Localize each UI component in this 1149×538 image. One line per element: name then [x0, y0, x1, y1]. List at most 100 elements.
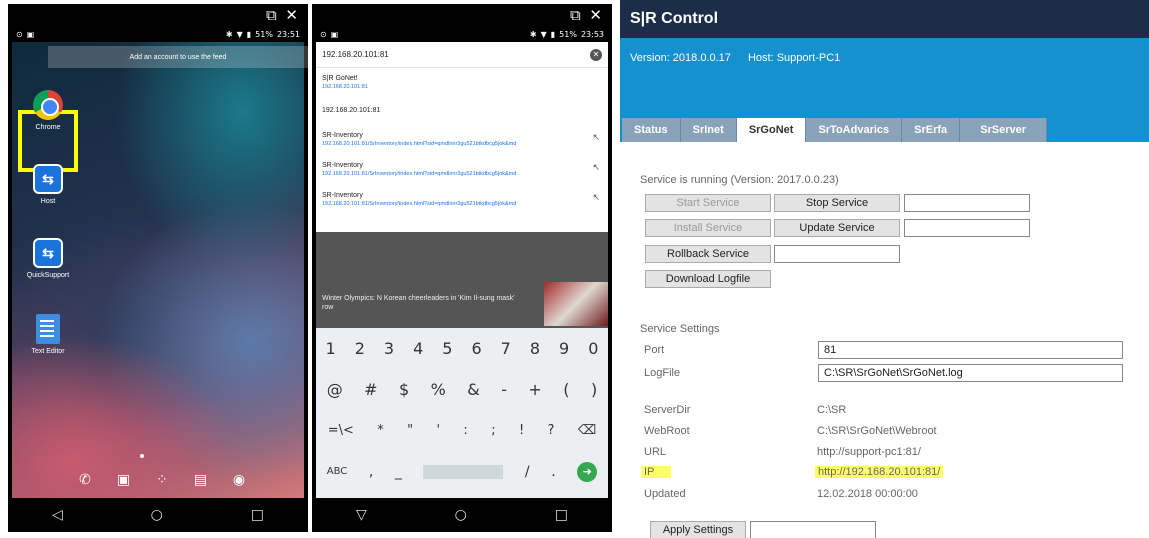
- rollback-service-button[interactable]: Rollback Service: [645, 245, 771, 263]
- suggestion-url: 192.168.20.101:81/SrInventory/index.html…: [322, 141, 517, 147]
- install-service-button[interactable]: Install Service: [645, 219, 771, 237]
- key[interactable]: 7: [501, 339, 511, 358]
- contacts-icon[interactable]: ▣: [111, 466, 137, 492]
- suggestion-item[interactable]: SR-Inventory 192.168.20.101:81/SrInvento…: [316, 185, 608, 215]
- suggestion-item[interactable]: SR-Inventory 192.168.20.101:81/SrInvento…: [316, 125, 608, 155]
- app-quicksupport[interactable]: ⇆ QuickSupport: [21, 238, 75, 279]
- apply-settings-button[interactable]: Apply Settings: [650, 521, 746, 538]
- key[interactable]: 1: [326, 339, 336, 358]
- start-service-button[interactable]: Start Service: [645, 194, 771, 212]
- insert-arrow-icon[interactable]: ↖: [592, 133, 600, 142]
- teamviewer-status-icon: ⊙: [320, 29, 327, 39]
- app-host[interactable]: ⇆ Host: [21, 164, 75, 205]
- key[interactable]: ⌫: [578, 423, 596, 438]
- update-service-field[interactable]: [904, 219, 1030, 237]
- window-controls[interactable]: ⧉ ✕: [570, 7, 604, 23]
- key[interactable]: 0: [588, 339, 598, 358]
- apply-settings-field[interactable]: [750, 521, 876, 538]
- tab-srinet[interactable]: SrInet: [680, 118, 737, 142]
- tab-srtoadvarics[interactable]: SrToAdvarics: [806, 118, 903, 142]
- tab-srserver[interactable]: SrServer: [960, 118, 1048, 142]
- key[interactable]: 4: [413, 339, 423, 358]
- phone-icon[interactable]: ✆: [72, 466, 98, 492]
- key[interactable]: =\<: [328, 423, 354, 438]
- key[interactable]: 6: [471, 339, 481, 358]
- tab-srgonet[interactable]: SrGoNet: [736, 118, 807, 142]
- android-phone-browser: ⧉ ✕ ⊙ ▣ ✱ ▼ ▮ 51% 23:53 192.168.20.101:81 ✕ S…: [312, 4, 612, 532]
- download-logfile-button[interactable]: Download Logfile: [645, 270, 771, 288]
- insert-arrow-icon[interactable]: ↖: [592, 193, 600, 202]
- key[interactable]: 9: [559, 339, 569, 358]
- key-space[interactable]: [423, 464, 504, 479]
- app-label: Chrome: [35, 124, 61, 131]
- key[interactable]: ): [591, 380, 597, 399]
- app-chrome[interactable]: Chrome: [21, 90, 75, 131]
- key[interactable]: 8: [530, 339, 540, 358]
- update-service-button[interactable]: Update Service: [774, 219, 900, 237]
- window-controls[interactable]: ⧉ ✕: [266, 7, 300, 23]
- nav-bar: ◁ ○ □: [8, 498, 308, 532]
- suggestion-item[interactable]: S|R GoNet! 192.168.20.101:81: [316, 68, 608, 98]
- dock: ✆ ▣ ⁘ ▤ ◉: [72, 466, 252, 492]
- recents-icon[interactable]: □: [251, 507, 264, 523]
- app-drawer-icon[interactable]: ⁘: [149, 466, 175, 492]
- browser-globe-icon[interactable]: ◉: [226, 466, 252, 492]
- address-input[interactable]: 192.168.20.101:81: [322, 50, 590, 59]
- url-value: http://support-pc1:81/: [817, 446, 921, 458]
- tab-srerfa[interactable]: SrErfa: [902, 118, 961, 142]
- battery-icon: ▮: [246, 29, 252, 39]
- rollback-service-field[interactable]: [774, 245, 900, 263]
- back-icon[interactable]: ◁: [52, 507, 63, 523]
- key[interactable]: +: [528, 380, 541, 399]
- key[interactable]: ;: [491, 423, 495, 438]
- on-screen-keyboard: 123456 7890 @ # $% & - + () =\< * " ':;!? ⌫ ABC , _…: [316, 328, 608, 498]
- key-underscore[interactable]: _: [395, 464, 402, 480]
- news-image: [544, 282, 608, 326]
- host-label: Host: Support-PC1: [747, 52, 841, 64]
- feed-banner[interactable]: Add an account to use the feed: [48, 46, 308, 68]
- stop-service-field[interactable]: [904, 194, 1030, 212]
- key-slash[interactable]: /: [525, 464, 530, 480]
- address-bar[interactable]: 192.168.20.101:81 ✕: [316, 42, 608, 68]
- recents-icon[interactable]: □: [555, 507, 568, 523]
- key-dot[interactable]: .: [551, 464, 555, 480]
- bluetooth-icon: ✱: [529, 29, 537, 39]
- app-text-editor[interactable]: Text Editor: [21, 314, 75, 355]
- messages-icon[interactable]: ▤: [188, 466, 214, 492]
- key[interactable]: (: [563, 380, 569, 399]
- key-comma[interactable]: ,: [369, 464, 373, 480]
- hide-keyboard-icon[interactable]: ▽: [356, 507, 367, 523]
- port-field[interactable]: 81: [818, 341, 1123, 359]
- key[interactable]: ?: [548, 423, 555, 438]
- suggestion-item[interactable]: SR-Inventory 192.168.20.101:81/SrInvento…: [316, 155, 608, 185]
- key[interactable]: *: [377, 423, 384, 438]
- insert-arrow-icon[interactable]: ↖: [592, 163, 600, 172]
- key[interactable]: -: [501, 380, 507, 399]
- key[interactable]: @: [327, 380, 343, 399]
- key[interactable]: :: [463, 423, 467, 438]
- key[interactable]: 3: [384, 339, 394, 358]
- clock: 23:53: [580, 29, 604, 39]
- key[interactable]: $: [399, 380, 409, 399]
- key[interactable]: ": [407, 423, 413, 438]
- suggestion-item[interactable]: 192.168.20.101:81: [316, 98, 608, 125]
- logfile-field[interactable]: C:\SR\SrGoNet\SrGoNet.log: [818, 364, 1123, 382]
- news-card[interactable]: Winter Olympics: N Korean cheerleaders i…: [316, 232, 608, 332]
- suggestion-title: S|R GoNet!: [322, 75, 358, 82]
- suggestion-title: SR-Inventory: [322, 162, 363, 169]
- home-icon[interactable]: ○: [151, 507, 163, 523]
- clear-icon[interactable]: ✕: [590, 48, 602, 61]
- key-abc[interactable]: ABC: [327, 466, 348, 477]
- key[interactable]: &: [467, 380, 479, 399]
- stop-service-button[interactable]: Stop Service: [774, 194, 900, 212]
- key[interactable]: ': [436, 423, 440, 438]
- home-icon[interactable]: ○: [455, 507, 467, 523]
- key[interactable]: !: [519, 423, 524, 438]
- tab-status[interactable]: Status: [622, 118, 681, 142]
- go-arrow-icon[interactable]: ➜: [577, 461, 598, 482]
- updated-value: 12.02.2018 00:00:00: [817, 488, 918, 500]
- key[interactable]: #: [364, 380, 377, 399]
- key[interactable]: 2: [355, 339, 365, 358]
- key[interactable]: %: [431, 380, 446, 399]
- key[interactable]: 5: [442, 339, 452, 358]
